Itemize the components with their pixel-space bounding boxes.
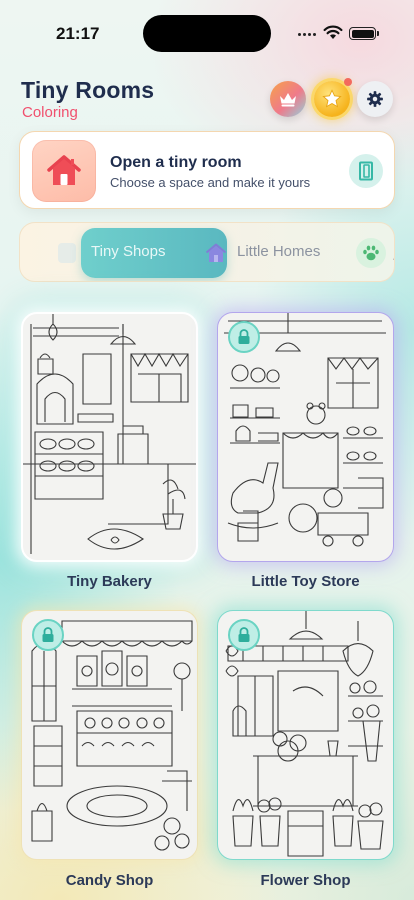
settings-button[interactable] [357, 81, 393, 117]
battery-icon [349, 27, 379, 40]
app-subtitle: Coloring [22, 104, 78, 121]
dynamic-island [143, 15, 271, 52]
tab-tiny-shops-label: Tiny Shops [91, 243, 166, 260]
rewards-button[interactable] [314, 78, 352, 117]
house-icon [205, 243, 227, 262]
status-time: 21:17 [56, 24, 100, 43]
room-title-little-toy-store: Little Toy Store [251, 573, 360, 590]
notification-dot [344, 78, 352, 86]
tab-scroll-hint [58, 243, 76, 263]
wifi-icon [323, 25, 343, 39]
category-tabs: Tiny Shops Little Homes A [19, 222, 395, 282]
tab-edge-hint: A [393, 247, 394, 263]
room-title-tiny-bakery: Tiny Bakery [67, 573, 152, 590]
open-room-button[interactable] [349, 154, 383, 188]
premium-button[interactable] [270, 81, 306, 117]
lock-icon [42, 627, 54, 642]
room-title-candy-shop: Candy Shop [65, 872, 154, 889]
bakery-line-art [23, 314, 196, 554]
crown-icon [280, 93, 296, 107]
room-card-tiny-bakery[interactable] [21, 312, 198, 562]
open-room-card[interactable]: Open a tiny room Choose a space and make… [19, 131, 395, 209]
app-title: Tiny Rooms [21, 77, 155, 103]
lock-badge [32, 619, 64, 651]
room-title-flower-shop: Flower Shop [260, 872, 351, 889]
cellular-signal-icon [298, 33, 316, 36]
lock-icon [238, 329, 250, 344]
gear-icon [367, 91, 383, 107]
lock-icon [238, 627, 250, 642]
open-room-subtitle: Choose a space and make it yours [110, 175, 311, 190]
star-icon [322, 89, 342, 108]
room-card-candy-shop[interactable] [21, 610, 198, 860]
open-room-title: Open a tiny room [110, 154, 242, 171]
tab-little-homes[interactable]: Little Homes [237, 243, 320, 260]
status-bar: 21:17 [0, 0, 414, 62]
lock-badge [228, 619, 260, 651]
house-icon [47, 155, 81, 185]
lock-badge [228, 321, 260, 353]
room-card-little-toy-store[interactable] [217, 312, 394, 562]
paw-icon [363, 245, 379, 261]
door-icon [359, 161, 373, 181]
tab-pets[interactable] [356, 238, 386, 268]
house-tile [32, 140, 96, 202]
room-card-flower-shop[interactable] [217, 610, 394, 860]
